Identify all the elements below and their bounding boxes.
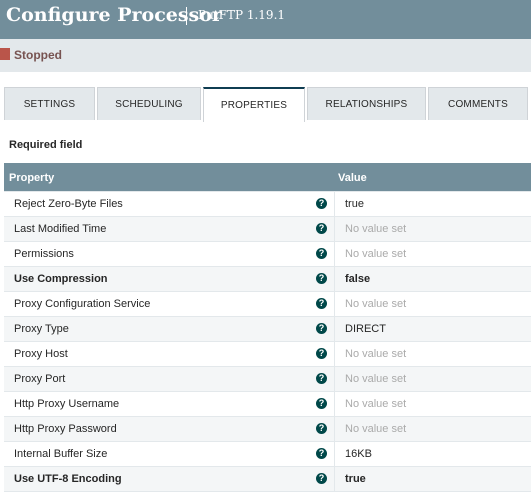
table-row[interactable]: Use Compression? false bbox=[4, 267, 531, 292]
column-divider bbox=[334, 292, 335, 316]
status-label: Stopped bbox=[14, 48, 62, 62]
properties-table: Connection Mode?PassiveReject Zero-Byte … bbox=[4, 163, 531, 495]
property-value[interactable]: No value set bbox=[345, 423, 406, 435]
help-icon[interactable]: ? bbox=[316, 198, 327, 209]
table-row[interactable]: Proxy Type? DIRECT bbox=[4, 317, 531, 342]
column-divider bbox=[334, 192, 335, 216]
column-divider bbox=[334, 217, 335, 241]
help-icon[interactable]: ? bbox=[316, 348, 327, 359]
property-value[interactable]: No value set bbox=[345, 373, 406, 385]
property-name: Http Proxy Password bbox=[14, 423, 117, 435]
stopped-icon bbox=[0, 48, 10, 60]
property-name: Proxy Port bbox=[14, 373, 66, 385]
property-name: Proxy Host bbox=[14, 348, 68, 360]
properties-rows: Connection Mode?PassiveReject Zero-Byte … bbox=[4, 185, 531, 492]
required-field-note: Required field bbox=[9, 139, 83, 151]
table-row[interactable]: Proxy Port? No value set bbox=[4, 367, 531, 392]
table-header: Property Value bbox=[4, 163, 531, 191]
help-icon[interactable]: ? bbox=[316, 223, 327, 234]
help-icon[interactable]: ? bbox=[316, 323, 327, 334]
property-name: Reject Zero-Byte Files bbox=[14, 198, 123, 210]
dialog-title: Configure Processor bbox=[6, 4, 222, 26]
tab-relationships[interactable]: RELATIONSHIPS bbox=[307, 87, 426, 120]
help-icon[interactable]: ? bbox=[316, 298, 327, 309]
column-divider bbox=[334, 242, 335, 266]
column-divider bbox=[334, 417, 335, 441]
property-value[interactable]: No value set bbox=[345, 398, 406, 410]
processor-type: PutFTP 1.19.1 bbox=[198, 8, 286, 22]
table-row[interactable]: Proxy Configuration Service? No value set bbox=[4, 292, 531, 317]
tab-properties[interactable]: PROPERTIES bbox=[203, 87, 305, 122]
tab-comments[interactable]: COMMENTS bbox=[428, 87, 528, 120]
column-header-property[interactable]: Property bbox=[9, 172, 54, 184]
table-row[interactable]: Http Proxy Password? No value set bbox=[4, 417, 531, 442]
property-value[interactable]: No value set bbox=[345, 223, 406, 235]
table-row[interactable]: Internal Buffer Size? 16KB bbox=[4, 442, 531, 467]
tab-scheduling[interactable]: SCHEDULING bbox=[97, 87, 201, 120]
column-divider bbox=[334, 392, 335, 416]
property-name: Proxy Type bbox=[14, 323, 69, 335]
column-divider bbox=[334, 267, 335, 291]
table-row[interactable]: Use UTF-8 Encoding? true bbox=[4, 467, 531, 492]
property-value[interactable]: true bbox=[345, 198, 364, 210]
property-name: Last Modified Time bbox=[14, 223, 107, 235]
column-divider bbox=[334, 442, 335, 466]
column-header-value[interactable]: Value bbox=[338, 172, 367, 184]
dialog-header: Configure Processor PutFTP 1.19.1 bbox=[0, 0, 531, 39]
property-name: Use UTF-8 Encoding bbox=[14, 473, 122, 485]
column-divider bbox=[334, 317, 335, 341]
column-divider bbox=[334, 367, 335, 391]
table-row[interactable]: Permissions? No value set bbox=[4, 242, 531, 267]
property-value[interactable]: No value set bbox=[345, 298, 406, 310]
help-icon[interactable]: ? bbox=[316, 373, 327, 384]
property-name: Proxy Configuration Service bbox=[14, 298, 151, 310]
property-name: Permissions bbox=[14, 248, 74, 260]
header-separator bbox=[186, 7, 187, 25]
status-bar bbox=[0, 39, 531, 72]
help-icon[interactable]: ? bbox=[316, 248, 327, 259]
property-value[interactable]: No value set bbox=[345, 248, 406, 260]
property-name: Http Proxy Username bbox=[14, 398, 120, 410]
property-value[interactable]: 16KB bbox=[345, 448, 372, 460]
property-value[interactable]: true bbox=[345, 473, 366, 485]
table-row[interactable]: Last Modified Time? No value set bbox=[4, 217, 531, 242]
property-value[interactable]: DIRECT bbox=[345, 323, 386, 335]
help-icon[interactable]: ? bbox=[316, 473, 327, 484]
tab-settings[interactable]: SETTINGS bbox=[4, 87, 95, 120]
help-icon[interactable]: ? bbox=[316, 398, 327, 409]
property-name: Use Compression bbox=[14, 273, 108, 285]
help-icon[interactable]: ? bbox=[316, 273, 327, 284]
help-icon[interactable]: ? bbox=[316, 423, 327, 434]
property-value[interactable]: false bbox=[345, 273, 370, 285]
table-row[interactable]: Http Proxy Username? No value set bbox=[4, 392, 531, 417]
help-icon[interactable]: ? bbox=[316, 448, 327, 459]
property-value[interactable]: No value set bbox=[345, 348, 406, 360]
table-row[interactable]: Proxy Host? No value set bbox=[4, 342, 531, 367]
column-divider bbox=[334, 342, 335, 366]
column-divider bbox=[334, 467, 335, 491]
property-name: Internal Buffer Size bbox=[14, 448, 108, 460]
table-row[interactable]: Reject Zero-Byte Files? true bbox=[4, 192, 531, 217]
